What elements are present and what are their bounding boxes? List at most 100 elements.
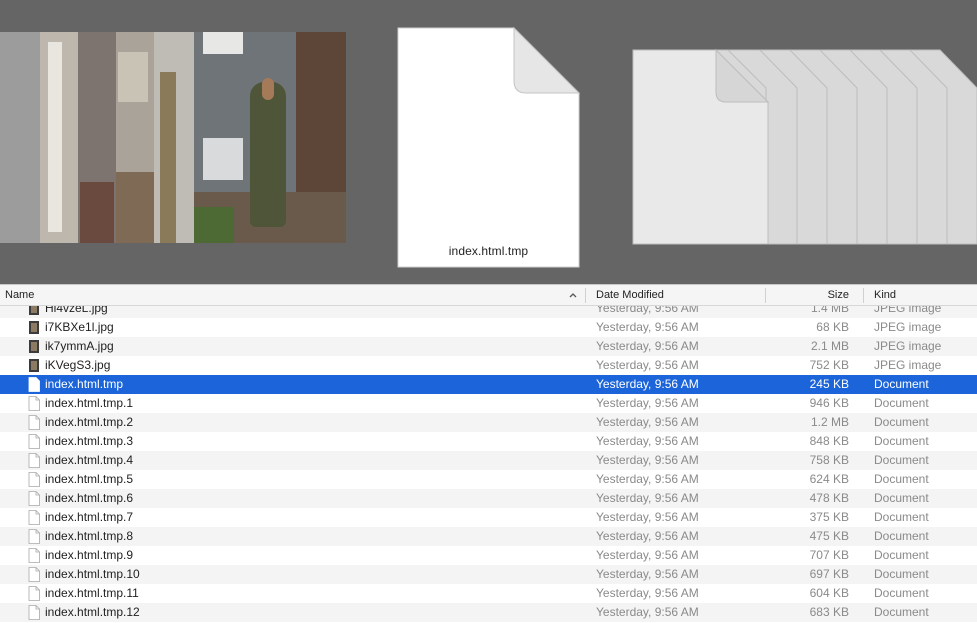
image-thumbnail-icon (29, 321, 39, 334)
column-divider[interactable] (585, 288, 586, 303)
file-date-modified: Yesterday, 9:56 AM (596, 453, 699, 467)
file-size: 68 KB (816, 320, 849, 334)
file-kind: Document (874, 396, 929, 410)
file-size: 375 KB (809, 510, 849, 524)
document-icon (28, 510, 40, 525)
cover-flow-preview[interactable]: index.html.tmp (0, 0, 977, 284)
file-date-modified: Yesterday, 9:56 AM (596, 548, 699, 562)
file-row[interactable]: index.html.tmp.5 Yesterday, 9:56 AM 624 KB… (0, 470, 977, 489)
document-icon (28, 434, 40, 449)
file-row[interactable]: ik7ymmA.jpg Yesterday, 9:56 AM 2.1 MB JPEG … (0, 337, 977, 356)
column-header-date-modified[interactable]: Date Modified (596, 285, 664, 307)
document-icon (28, 415, 40, 430)
file-name: index.html.tmp.10 (45, 567, 140, 581)
file-kind: Document (874, 605, 929, 619)
file-date-modified: Yesterday, 9:56 AM (596, 605, 699, 619)
file-row[interactable]: iKVegS3.jpg Yesterday, 9:56 AM 752 KB JPEG … (0, 356, 977, 375)
file-row[interactable]: index.html.tmp.11 Yesterday, 9:56 AM 604 K… (0, 584, 977, 603)
file-date-modified: Yesterday, 9:56 AM (596, 415, 699, 429)
file-kind: JPEG image (874, 358, 942, 372)
file-row[interactable]: index.html.tmp.7 Yesterday, 9:56 AM 375 KB… (0, 508, 977, 527)
file-name: Hl4vzeL.jpg (45, 306, 108, 315)
file-kind: JPEG image (874, 320, 942, 334)
column-header-name[interactable]: Name (5, 285, 34, 307)
file-row[interactable]: index.html.tmp.3 Yesterday, 9:56 AM 848 KB… (0, 432, 977, 451)
column-header-size[interactable]: Size (766, 285, 849, 307)
file-row[interactable]: index.html.tmp.2 Yesterday, 9:56 AM 1.2 MB… (0, 413, 977, 432)
image-thumbnail-icon (29, 359, 39, 372)
file-name: index.html.tmp.3 (45, 434, 134, 448)
file-kind: Document (874, 586, 929, 600)
file-kind: Document (874, 567, 929, 581)
file-date-modified: Yesterday, 9:56 AM (596, 339, 699, 353)
file-name: index.html.tmp.5 (45, 472, 134, 486)
document-icon (28, 396, 40, 411)
selected-document-preview[interactable] (396, 26, 581, 269)
document-icon (28, 605, 40, 620)
file-row-selected[interactable]: index.html.tmp Yesterday, 9:56 AM 245 KB Do… (0, 375, 977, 394)
file-list[interactable]: Hl4vzeL.jpg Yesterday, 9:56 AM 1.4 MB JPEG … (0, 306, 977, 623)
file-size: 683 KB (809, 605, 849, 619)
file-name: index.html.tmp.1 (45, 396, 134, 410)
document-stack-icon (632, 48, 977, 245)
file-kind: Document (874, 377, 929, 391)
file-date-modified: Yesterday, 9:56 AM (596, 510, 699, 524)
file-row[interactable]: index.html.tmp.8 Yesterday, 9:56 AM 475 KB… (0, 527, 977, 546)
file-name: index.html.tmp.6 (45, 491, 134, 505)
file-name: iKVegS3.jpg (45, 358, 111, 372)
file-name: index.html.tmp.2 (45, 415, 134, 429)
photo-thumbnail-stack[interactable] (0, 32, 346, 243)
file-size: 946 KB (809, 396, 849, 410)
file-date-modified: Yesterday, 9:56 AM (596, 529, 699, 543)
file-size: 624 KB (809, 472, 849, 486)
column-header-kind[interactable]: Kind (874, 285, 896, 307)
document-icon (28, 453, 40, 468)
column-divider[interactable] (863, 288, 864, 303)
file-kind: Document (874, 548, 929, 562)
file-date-modified: Yesterday, 9:56 AM (596, 472, 699, 486)
file-row[interactable]: index.html.tmp.4 Yesterday, 9:56 AM 758 KB… (0, 451, 977, 470)
document-icon (28, 529, 40, 544)
document-icon (28, 472, 40, 487)
document-icon (28, 377, 40, 392)
file-kind: Document (874, 529, 929, 543)
column-header: Name Date Modified Size Kind (0, 284, 977, 306)
file-size: 848 KB (809, 434, 849, 448)
file-size: 1.2 MB (810, 415, 849, 429)
file-date-modified: Yesterday, 9:56 AM (596, 358, 699, 372)
file-kind: Document (874, 472, 929, 486)
image-thumbnail-icon (29, 340, 39, 353)
file-name: index.html.tmp.4 (45, 453, 134, 467)
file-size: 1.4 MB (810, 306, 849, 315)
file-kind: Document (874, 415, 929, 429)
file-kind: JPEG image (874, 306, 942, 315)
file-size: 697 KB (809, 567, 849, 581)
file-size: 475 KB (809, 529, 849, 543)
file-name: index.html.tmp.7 (45, 510, 134, 524)
file-row[interactable]: index.html.tmp.6 Yesterday, 9:56 AM 478 KB… (0, 489, 977, 508)
large-document-icon (397, 26, 581, 268)
file-date-modified: Yesterday, 9:56 AM (596, 586, 699, 600)
file-row[interactable]: Hl4vzeL.jpg Yesterday, 9:56 AM 1.4 MB JPEG … (0, 306, 977, 318)
file-date-modified: Yesterday, 9:56 AM (596, 396, 699, 410)
document-icon (28, 548, 40, 563)
file-name: ik7ymmA.jpg (45, 339, 114, 353)
file-row[interactable]: index.html.tmp.10 Yesterday, 9:56 AM 697 K… (0, 565, 977, 584)
file-date-modified: Yesterday, 9:56 AM (596, 567, 699, 581)
file-row[interactable]: i7KBXe1l.jpg Yesterday, 9:56 AM 68 KB JPEG … (0, 318, 977, 337)
file-row[interactable]: index.html.tmp.1 Yesterday, 9:56 AM 946 KB… (0, 394, 977, 413)
file-row[interactable]: index.html.tmp.9 Yesterday, 9:56 AM 707 KB… (0, 546, 977, 565)
file-size: 758 KB (809, 453, 849, 467)
sort-ascending-icon[interactable] (567, 288, 579, 303)
preview-caption: index.html.tmp (448, 244, 529, 258)
file-row[interactable]: index.html.tmp.12 Yesterday, 9:56 AM 683 K… (0, 603, 977, 622)
file-date-modified: Yesterday, 9:56 AM (596, 306, 699, 315)
file-size: 245 KB (809, 377, 849, 391)
file-date-modified: Yesterday, 9:56 AM (596, 377, 699, 391)
file-size: 707 KB (809, 548, 849, 562)
file-name: index.html.tmp.12 (45, 605, 140, 619)
document-stack[interactable] (630, 48, 977, 248)
file-kind: Document (874, 453, 929, 467)
document-icon (28, 567, 40, 582)
file-name: index.html.tmp.9 (45, 548, 134, 562)
